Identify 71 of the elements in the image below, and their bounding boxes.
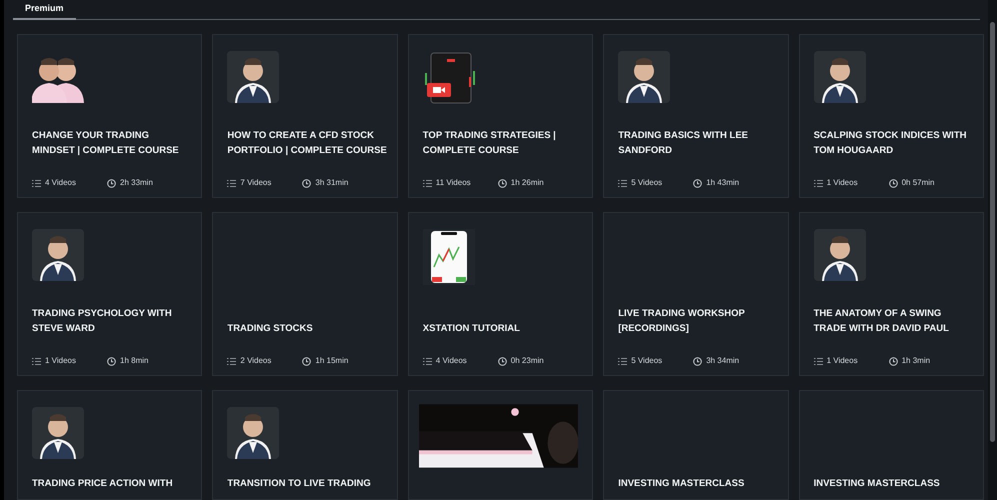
scrollbar-thumb[interactable]: [990, 22, 995, 442]
course-card[interactable]: TRANSITION TO LIVE TRADING: [212, 390, 398, 500]
list-icon: [814, 180, 823, 186]
list-icon: [422, 180, 432, 186]
course-card[interactable]: CHANGE YOUR TRADING MINDSET | COMPLETE COURSE 4 Videos 2h 33min: [17, 34, 202, 198]
duration: 1h 3min: [902, 355, 930, 367]
course-title: INVESTING MASTERCLASS: [814, 477, 941, 491]
course-title: TRADING PSYCHOLOGY WITH STEVE WARD: [32, 307, 173, 336]
course-card[interactable]: INVESTING MASTERCLASS: [798, 390, 984, 500]
list-icon: [422, 358, 432, 364]
course-title: INVESTING MASTERCLASS: [618, 477, 746, 491]
duration: 1h 43min: [706, 177, 740, 189]
video-count: 1 Videos: [45, 355, 76, 367]
tab[interactable]: Premium: [13, 0, 76, 20]
duration: 3h 34min: [706, 355, 740, 367]
video-count: 1 Videos: [826, 177, 858, 189]
clock-icon: [302, 356, 312, 366]
duration: 0h 23min: [510, 355, 544, 367]
clock-icon: [107, 178, 116, 188]
video-count: 7 Videos: [240, 177, 272, 189]
clock-icon: [498, 178, 507, 188]
course-title: LIVE TRADING WORKSHOP [RECORDINGS]: [618, 307, 746, 336]
duration: 1h 26min: [510, 177, 544, 189]
course-title: TRANSITION TO LIVE TRADING: [227, 477, 372, 491]
course-card[interactable]: TRADING PSYCHOLOGY WITH STEVE WARD 1 Videos 1h 8min: [17, 212, 202, 376]
course-card[interactable]: [408, 390, 594, 500]
course-card[interactable]: TRADING PRICE ACTION WITH: [17, 390, 202, 500]
video-count: 1 Videos: [826, 355, 858, 367]
list-icon: [227, 358, 236, 364]
video-count: 11 Videos: [436, 177, 471, 189]
list-icon: [618, 358, 628, 364]
video-count: 5 Videos: [631, 177, 662, 189]
course-title: THE ANATOMY OF A SWING TRADE WITH DR DAVID PAUL: [814, 307, 950, 336]
clock-icon: [888, 356, 898, 366]
list-icon: [227, 180, 236, 186]
video-count: 5 Videos: [631, 355, 662, 367]
clock-icon: [693, 356, 702, 366]
duration: 1h 15min: [315, 355, 348, 367]
course-title: CHANGE YOUR TRADING MINDSET | COMPLETE COURSE: [32, 129, 180, 158]
clock-icon: [107, 356, 116, 366]
course-card[interactable]: SCALPING STOCK INDICES WITH TOM HOUGAARD 1 Videos 0h 57min: [798, 34, 984, 198]
course-title: TRADING PRICE ACTION WITH: [32, 477, 174, 491]
course-card[interactable]: XSTATION TUTORIAL 4 Videos 0h 23min: [408, 212, 594, 376]
course-title: SCALPING STOCK INDICES WITH TOM HOUGAARD: [814, 129, 968, 158]
video-count: 4 Videos: [45, 177, 76, 189]
course-card[interactable]: TRADING BASICS WITH LEE SANDFORD 5 Videos 1h 43min: [603, 34, 789, 198]
list-icon: [32, 180, 41, 186]
video-count: 2 Videos: [240, 355, 272, 367]
clock-icon: [888, 178, 898, 188]
duration: 2h 33min: [120, 177, 153, 189]
course-card[interactable]: TRADING STOCKS 2 Videos 1h 15min: [212, 212, 398, 376]
clock-icon: [302, 178, 312, 188]
course-title: TRADING BASICS WITH LEE SANDFORD: [618, 129, 750, 158]
course-card[interactable]: INVESTING MASTERCLASS: [603, 390, 789, 500]
duration: 1h 8min: [120, 355, 148, 367]
clock-icon: [693, 178, 702, 188]
list-icon: [814, 358, 823, 364]
course-card[interactable]: TOP TRADING STRATEGIES | COMPLETE COURSE 11 Videos 1h 26min: [408, 34, 594, 198]
course-title: TRADING STOCKS: [227, 322, 314, 336]
list-icon: [618, 180, 628, 186]
video-count: 4 Videos: [436, 355, 467, 367]
course-title: TOP TRADING STRATEGIES | COMPLETE COURSE: [422, 129, 557, 158]
course-card[interactable]: LIVE TRADING WORKSHOP [RECORDINGS] 5 Videos 3h 34min: [603, 212, 789, 376]
duration: 3h 31min: [315, 177, 348, 189]
duration: 0h 57min: [902, 177, 935, 189]
list-icon: [32, 358, 41, 364]
course-card[interactable]: THE ANATOMY OF A SWING TRADE WITH DR DAVID PAUL 1 Videos 1h 3min: [798, 212, 984, 376]
clock-icon: [498, 356, 507, 366]
course-title: XSTATION TUTORIAL: [422, 322, 521, 336]
course-title: HOW TO CREATE A CFD STOCK PORTFOLIO | COMPLETE COURSE: [227, 129, 388, 158]
course-card[interactable]: HOW TO CREATE A CFD STOCK PORTFOLIO | COMPLETE COURSE 7 Videos 3h 31min: [212, 34, 398, 198]
